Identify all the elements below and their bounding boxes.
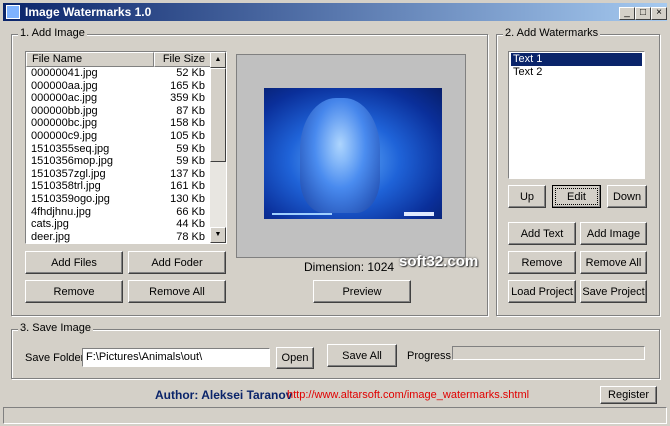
file-name-cell: 4fhdjhnu.jpg [31, 205, 91, 218]
file-size-cell: 66 Kb [176, 205, 205, 218]
file-row[interactable]: 1510357zgl.jpg 137 Kb [26, 168, 211, 181]
file-name-cell: 1510357zgl.jpg [31, 167, 106, 180]
file-list-scrollbar[interactable]: ▲ ▼ [210, 52, 226, 243]
window-title: Image Watermarks 1.0 [25, 5, 152, 19]
file-size-cell: 78 Kb [176, 230, 205, 243]
move-down-button[interactable]: Down [607, 185, 647, 208]
watermark-item-text-2[interactable]: Text 2 [511, 66, 642, 79]
preview-image [264, 88, 442, 219]
watermark-text-mark [272, 213, 332, 215]
column-file-size[interactable]: File Size [154, 52, 211, 67]
file-name-cell: 00000041.jpg [31, 67, 98, 79]
file-size-cell: 105 Kb [170, 129, 205, 142]
app-icon[interactable] [6, 5, 20, 19]
file-row[interactable]: deer.jpg 78 Kb [26, 230, 211, 243]
file-row[interactable]: 000000aa.jpg 165 Kb [26, 80, 211, 93]
file-row[interactable]: 4fhdjhnu.jpg 66 Kb [26, 206, 211, 219]
file-name-cell: 1510356mop.jpg [31, 155, 113, 168]
progress-bar [452, 346, 645, 360]
save-folder-label: Save Folder: [25, 352, 88, 364]
file-row[interactable]: 1510359ogo.jpg 130 Kb [26, 193, 211, 206]
add-image-legend: 1. Add Image [18, 27, 87, 39]
file-name-cell: 000000c9.jpg [31, 129, 98, 142]
add-image-button[interactable]: Add Image [580, 222, 647, 245]
file-name-cell: cats.jpg [31, 218, 69, 231]
edit-watermark-button[interactable]: Edit [552, 185, 601, 208]
file-name-cell: 1510355seq.jpg [31, 142, 110, 155]
watermark-image-mark [404, 212, 434, 216]
progress-label: Progress: [407, 350, 455, 362]
maximize-button[interactable]: □ [635, 7, 651, 20]
file-size-cell: 44 Kb [176, 218, 205, 231]
file-size-cell: 137 Kb [170, 167, 205, 180]
dolphin-graphic [300, 98, 380, 213]
file-size-cell: 52 Kb [176, 67, 205, 79]
minimize-button[interactable]: _ [619, 7, 635, 20]
save-folder-input[interactable]: F:\Pictures\Animals\out\ [82, 348, 270, 367]
author-label: Author: Aleksei Taranov [155, 388, 293, 402]
watermark-list[interactable]: Text 1 Text 2 [508, 51, 645, 179]
save-project-button[interactable]: Save Project [580, 280, 647, 303]
add-folder-button[interactable]: Add Foder [128, 251, 226, 274]
close-button[interactable]: × [651, 7, 667, 20]
title-bar[interactable]: Image Watermarks 1.0 _ □ × [3, 3, 667, 21]
save-all-button[interactable]: Save All [327, 344, 397, 367]
file-name-cell: 000000aa.jpg [31, 79, 98, 92]
file-size-cell: 161 Kb [170, 180, 205, 193]
file-row[interactable]: 1510358trl.jpg 161 Kb [26, 180, 211, 193]
file-size-cell: 165 Kb [170, 79, 205, 92]
remove-watermark-button[interactable]: Remove [508, 251, 576, 274]
remove-all-watermarks-button[interactable]: Remove All [580, 251, 647, 274]
save-image-legend: 3. Save Image [18, 322, 93, 334]
file-size-cell: 59 Kb [176, 142, 205, 155]
file-rows: 00000041.jpg 52 Kb 000000aa.jpg 165 Kb 00000… [26, 67, 211, 243]
file-size-cell: 359 Kb [170, 92, 205, 105]
preview-button[interactable]: Preview [313, 280, 411, 303]
homepage-link[interactable]: http://www.altarsoft.com/image_watermark… [287, 389, 529, 401]
remove-all-files-button[interactable]: Remove All [128, 280, 226, 303]
file-row[interactable]: 000000bc.jpg 158 Kb [26, 117, 211, 130]
main-window: Image Watermarks 1.0 _ □ × 1. Add Image … [0, 0, 670, 426]
scroll-thumb[interactable] [210, 68, 226, 162]
dimension-label: Dimension: 1024 [304, 260, 395, 274]
file-name-cell: deer.jpg [31, 230, 71, 243]
file-row[interactable]: 000000c9.jpg 105 Kb [26, 130, 211, 143]
file-list[interactable]: File Name File Size 00000041.jpg 52 Kb 000… [25, 51, 227, 244]
file-size-cell: 158 Kb [170, 117, 205, 130]
watermark-item-text-1[interactable]: Text 1 [511, 53, 642, 66]
file-row[interactable]: cats.jpg 44 Kb [26, 218, 211, 231]
move-up-button[interactable]: Up [508, 185, 546, 208]
remove-file-button[interactable]: Remove [25, 280, 123, 303]
register-button[interactable]: Register [600, 386, 657, 404]
file-row[interactable]: 00000041.jpg 52 Kb [26, 67, 211, 80]
file-name-cell: 000000ac.jpg [31, 92, 98, 105]
scroll-down-arrow-icon[interactable]: ▼ [210, 227, 226, 243]
scroll-up-arrow-icon[interactable]: ▲ [210, 52, 226, 68]
add-text-button[interactable]: Add Text [508, 222, 576, 245]
file-name-cell: 1510359ogo.jpg [31, 192, 110, 205]
file-name-cell: 000000bb.jpg [31, 104, 98, 117]
file-size-cell: 87 Kb [176, 104, 205, 117]
add-watermarks-legend: 2. Add Watermarks [503, 27, 601, 39]
file-row[interactable]: 000000bb.jpg 87 Kb [26, 105, 211, 118]
column-file-name[interactable]: File Name [26, 52, 154, 67]
open-folder-button[interactable]: Open [276, 347, 314, 369]
file-name-cell: 1510358trl.jpg [31, 180, 101, 193]
load-project-button[interactable]: Load Project [508, 280, 576, 303]
file-name-cell: 000000bc.jpg [31, 117, 98, 130]
file-size-cell: 130 Kb [170, 192, 205, 205]
file-row[interactable]: 1510356mop.jpg 59 Kb [26, 155, 211, 168]
site-watermark: soft32.com [399, 253, 479, 270]
file-list-header: File Name File Size [26, 52, 211, 67]
file-size-cell: 59 Kb [176, 155, 205, 168]
status-bar [3, 407, 667, 424]
file-row[interactable]: 000000ac.jpg 359 Kb [26, 92, 211, 105]
add-files-button[interactable]: Add Files [25, 251, 123, 274]
file-row[interactable]: 1510355seq.jpg 59 Kb [26, 143, 211, 156]
